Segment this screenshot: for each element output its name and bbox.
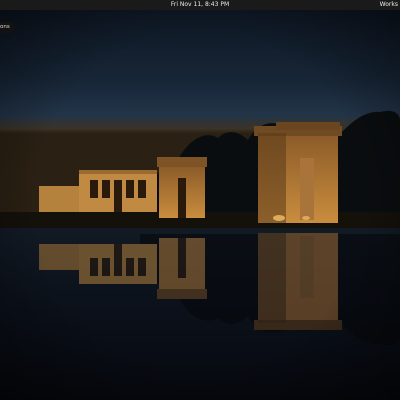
desktop-screen: Fri Nov 11, 8:43 PM Works ons: [0, 0, 400, 400]
desktop-wallpaper: [0, 0, 400, 400]
dash-applications-tooltip: ons: [0, 22, 14, 33]
workspaces-label[interactable]: Works: [380, 0, 398, 10]
clock[interactable]: Fri Nov 11, 8:43 PM: [0, 0, 400, 10]
top-bar: Fri Nov 11, 8:43 PM Works: [0, 0, 400, 10]
